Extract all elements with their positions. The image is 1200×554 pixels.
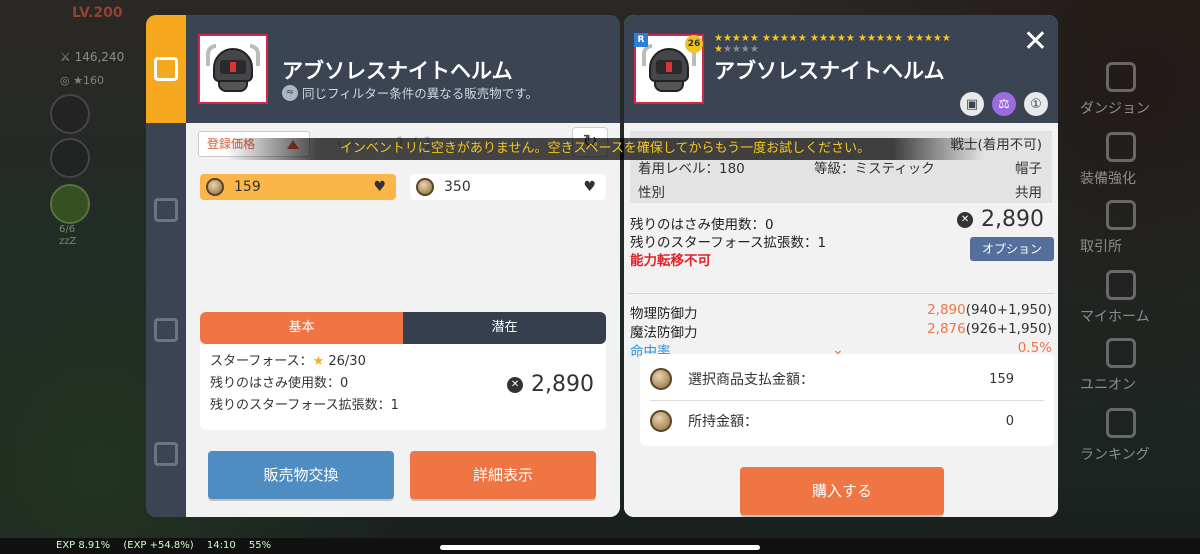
home-indicator[interactable] <box>440 545 760 550</box>
stat-value: 2,890(940+1,950) <box>927 302 1052 318</box>
owned-amount-row: 所持金額： 0 <box>650 402 1044 440</box>
attack-icon: ✕ <box>507 376 524 393</box>
owned-amount-value: 0 <box>1005 413 1014 429</box>
tab-chart[interactable] <box>146 15 186 123</box>
attack-value: 2,890 <box>981 207 1044 232</box>
buy-button[interactable]: 購入する <box>740 467 944 515</box>
number-one-icon[interactable]: ① <box>1024 92 1048 116</box>
exchange-button[interactable]: 販売物交換 <box>208 451 394 499</box>
attack-icon: ✕ <box>957 211 974 228</box>
meso-coin-icon <box>650 410 672 432</box>
scale-icon[interactable]: ⚖ <box>992 92 1016 116</box>
inventory-full-toast: インベントリに空きがありません。空きスペースを確保してからもう一度お試しください… <box>226 138 984 160</box>
payment-summary: 選択商品支払金額： 159 所持金額： 0 <box>640 354 1054 446</box>
tab-basic[interactable]: 基本 <box>200 312 403 344</box>
stat-detail: (926+1,950) <box>965 321 1052 337</box>
meso-coin-icon <box>416 178 434 196</box>
heart-icon <box>154 442 178 466</box>
sf-expand-line: 残りのスターフォース拡張数：1 <box>630 235 827 251</box>
item-thumbnail[interactable] <box>198 34 268 104</box>
chart-icon <box>154 57 178 81</box>
selected-price-label: 選択商品支払金額： <box>688 372 814 388</box>
attack-power: ✕ 2,890 <box>507 372 594 397</box>
listing-body: 登録価格 ‹‹ ‹ 1/1 › ›› ↻ 159 ♥ 350 ♥ 基本 潜在 ス… <box>186 123 620 517</box>
item-detail-panel: R 26 ★★★★★ ★★★★★ ★★★★★ ★★★★★ ★★★★★ ★★★★★… <box>624 15 1058 517</box>
stat-row-magic-def: 魔法防御力 2,876(926+1,950) <box>630 321 1052 341</box>
detail-action-icons: ▣ ⚖ ① <box>960 92 1048 116</box>
stars-empty: ★★★★ <box>722 44 759 55</box>
tab-helmet[interactable] <box>146 175 186 245</box>
starforce-badge: 26 <box>685 35 703 53</box>
detail-header: R 26 ★★★★★ ★★★★★ ★★★★★ ★★★★★ ★★★★★ ★★★★★… <box>624 15 1058 123</box>
item-name: アブソレスナイトヘルム <box>282 59 513 83</box>
meso-coin-icon <box>206 178 224 196</box>
helmet-icon <box>642 44 696 94</box>
subtitle-text: 同じフィルター条件の異なる販売物です。 <box>302 86 539 101</box>
side-tab-bar <box>146 15 186 517</box>
listing-panel: アブソレスナイトヘルム ≈ 同じフィルター条件の異なる販売物です。 登録価格 ‹… <box>146 15 620 517</box>
rank-badge: R <box>634 33 648 47</box>
stat-row-physical-def: 物理防御力 2,890(940+1,950) <box>630 302 1052 322</box>
selected-price-row: 選択商品支払金額： 159 <box>650 360 1044 398</box>
favorite-heart-icon[interactable]: ♥ <box>373 179 386 195</box>
battery-text: 55% <box>248 540 272 551</box>
sf-expand-line: 残りのスターフォース拡張数：1 <box>210 398 399 413</box>
star-icon: ★ <box>312 354 325 369</box>
helmet-icon <box>154 198 178 222</box>
owned-amount-label: 所持金額： <box>688 414 758 430</box>
listing-subtitle: ≈ 同じフィルター条件の異なる販売物です。 <box>282 83 538 102</box>
gender-label: 性別 <box>638 185 665 201</box>
hanger-icon <box>154 318 178 342</box>
detail-button[interactable]: 詳細表示 <box>410 451 596 499</box>
filter-icon: ≈ <box>282 84 298 101</box>
listing-price: 350 <box>444 179 471 195</box>
divider <box>650 400 1044 401</box>
divider <box>628 293 1054 294</box>
starforce-value: 26/30 <box>328 354 366 369</box>
stat-total: 2,876 <box>927 321 966 337</box>
exp-bonus-text: (EXP +54.8%) <box>123 540 194 551</box>
attack-value: 2,890 <box>531 372 594 397</box>
clock-text: 14:10 <box>206 540 236 551</box>
tab-hanger[interactable] <box>146 295 186 365</box>
listing-price: 159 <box>234 179 261 195</box>
listing-header: アブソレスナイトヘルム ≈ 同じフィルター条件の異なる販売物です。 <box>186 15 620 123</box>
item-name: アブソレスナイトヘルム <box>714 59 945 83</box>
stat-detail: (940+1,950) <box>965 302 1052 318</box>
selected-price-value: 159 <box>989 371 1014 387</box>
listing-item[interactable]: 350 ♥ <box>410 174 606 200</box>
level-requirement: 着用レベル：180 <box>638 161 745 177</box>
stat-total: 2,890 <box>927 302 966 318</box>
helmet-icon <box>206 44 260 94</box>
meso-coin-icon <box>650 368 672 390</box>
starforce-stars: ★★★★★ ★★★★★ ★★★★★ ★★★★★ ★★★★★ ★★★★★ <box>714 33 964 55</box>
exp-text: EXP 8.91% <box>56 540 111 551</box>
starforce-line: スターフォース：★ 26/30 <box>210 350 366 369</box>
tab-potential[interactable]: 潜在 <box>403 312 606 344</box>
item-summary: スターフォース：★ 26/30 残りのはさみ使用数：0 残りのスターフォース拡張… <box>200 344 606 430</box>
tab-favorites[interactable] <box>146 419 186 489</box>
cube-icon[interactable]: ▣ <box>960 92 984 116</box>
detail-body: 戦士(着用不可) 着用レベル：180 等級：ミスティック 帽子 性別 共用 残り… <box>624 123 1058 517</box>
option-button[interactable]: オプション <box>970 237 1054 261</box>
equip-slot: 帽子 <box>1015 161 1042 177</box>
no-transfer-warning: 能力転移不可 <box>630 253 711 269</box>
close-icon[interactable]: ✕ <box>1023 27 1048 57</box>
grade: 等級：ミスティック <box>814 161 935 177</box>
stat-label: 魔法防御力 <box>630 325 698 341</box>
scissors-line: 残りのはさみ使用数：0 <box>210 376 349 391</box>
stat-label: 物理防御力 <box>630 306 698 322</box>
scissors-line: 残りのはさみ使用数：0 <box>630 217 774 233</box>
stat-value: 2,876(926+1,950) <box>927 321 1052 337</box>
favorite-heart-icon[interactable]: ♥ <box>583 179 596 195</box>
starforce-label: スターフォース： <box>210 354 313 369</box>
gender-value: 共用 <box>1015 185 1042 201</box>
attack-power: ✕ 2,890 <box>957 207 1044 232</box>
info-tab-bar: 基本 潜在 <box>200 312 606 344</box>
listing-item[interactable]: 159 ♥ <box>200 174 396 200</box>
